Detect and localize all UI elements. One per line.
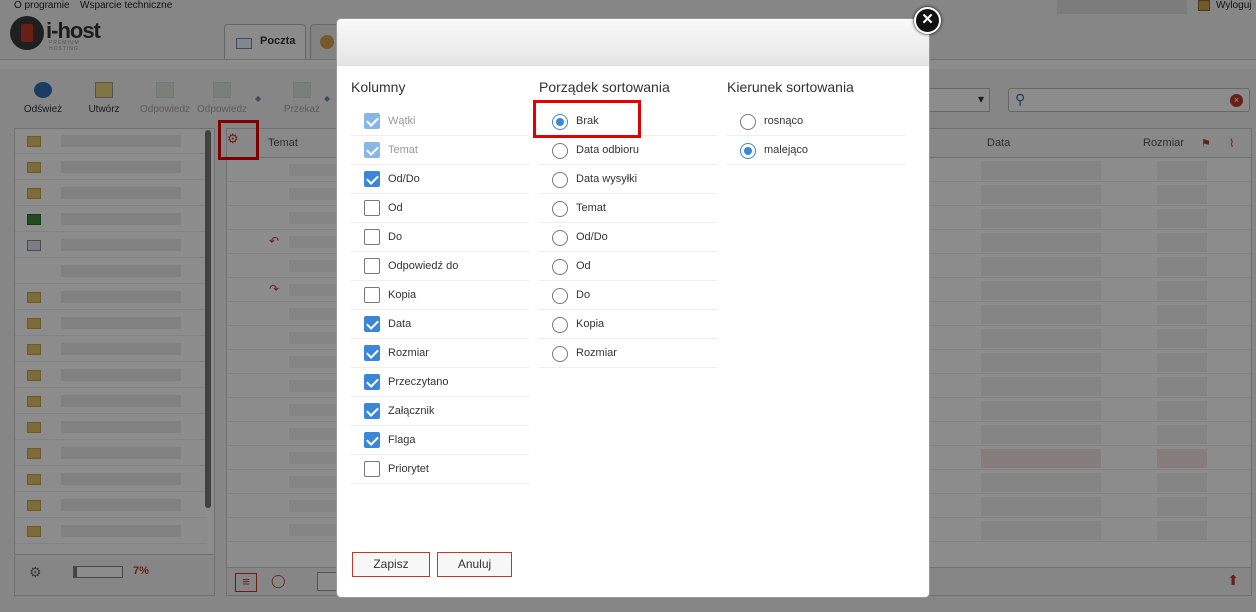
close-dialog-icon[interactable]: ✕	[914, 7, 941, 34]
column-option-od-do[interactable]: Od/Do	[351, 165, 529, 194]
sort-direction-title: Kierunek sortowania	[727, 79, 854, 95]
sort-order-option-label: Od	[576, 260, 591, 272]
column-option-data[interactable]: Data	[351, 310, 529, 339]
sort-direction-option-label: malejąco	[764, 144, 809, 156]
column-option-do[interactable]: Do	[351, 223, 529, 252]
column-checkbox	[364, 142, 380, 158]
sort-order-option-label: Temat	[576, 202, 606, 214]
columns-list: Wątki Temat Od/Do Od Do Odpowiedź do Kopia Data…	[351, 107, 529, 484]
sort-order-radio[interactable]	[552, 317, 568, 333]
sort-order-title: Porządek sortowania	[539, 79, 670, 95]
sort-direction-list: rosnąco malejąco	[727, 107, 905, 165]
column-option-label: Od/Do	[388, 173, 420, 185]
sort-order-option-data-odbioru[interactable]: Data odbioru	[539, 136, 717, 165]
sort-order-radio[interactable]	[552, 259, 568, 275]
sort-order-option-rozmiar[interactable]: Rozmiar	[539, 339, 717, 368]
column-checkbox[interactable]	[364, 287, 380, 303]
column-option-label: Priorytet	[388, 463, 429, 475]
column-option-priorytet[interactable]: Priorytet	[351, 455, 529, 484]
save-button[interactable]: Zapisz	[352, 552, 430, 577]
sort-order-option-kopia[interactable]: Kopia	[539, 310, 717, 339]
sort-order-option-od[interactable]: Od	[539, 252, 717, 281]
sort-order-radio[interactable]	[552, 230, 568, 246]
column-option-zalacznik[interactable]: Załącznik	[351, 397, 529, 426]
column-checkbox[interactable]	[364, 345, 380, 361]
column-checkbox[interactable]	[364, 316, 380, 332]
column-option-od[interactable]: Od	[351, 194, 529, 223]
column-option-rozmiar[interactable]: Rozmiar	[351, 339, 529, 368]
column-option-watki: Wątki	[351, 107, 529, 136]
column-checkbox[interactable]	[364, 229, 380, 245]
column-option-label: Odpowiedź do	[388, 260, 459, 272]
dialog-header	[337, 19, 929, 66]
column-checkbox[interactable]	[364, 374, 380, 390]
sort-order-option-label: Data wysyłki	[576, 173, 638, 185]
sort-direction-option-malejaco[interactable]: malejąco	[727, 136, 905, 165]
column-option-label: Temat	[388, 144, 418, 156]
sort-order-option-label: Rozmiar	[576, 347, 617, 359]
sort-order-radio[interactable]	[552, 172, 568, 188]
column-option-flaga[interactable]: Flaga	[351, 426, 529, 455]
column-checkbox[interactable]	[364, 461, 380, 477]
columns-section: Kolumny Wątki Temat Od/Do Od Do Odpowiedź do K…	[351, 79, 529, 484]
sort-order-option-label: Data odbioru	[576, 144, 639, 156]
sort-order-radio[interactable]	[552, 201, 568, 217]
sort-order-option-od-do[interactable]: Od/Do	[539, 223, 717, 252]
columns-title: Kolumny	[351, 79, 406, 95]
sort-order-option-label: Od/Do	[576, 231, 608, 243]
column-checkbox[interactable]	[364, 403, 380, 419]
column-option-kopia[interactable]: Kopia	[351, 281, 529, 310]
sort-order-radio[interactable]	[552, 346, 568, 362]
sort-order-option-data-wysylki[interactable]: Data wysyłki	[539, 165, 717, 194]
column-option-label: Rozmiar	[388, 347, 429, 359]
column-option-label: Do	[388, 231, 403, 243]
sort-direction-option-rosnaco[interactable]: rosnąco	[727, 107, 905, 136]
column-checkbox[interactable]	[364, 258, 380, 274]
sort-direction-section: Kierunek sortowania rosnąco malejąco	[727, 79, 905, 165]
column-option-label: Przeczytano	[388, 376, 449, 388]
sort-order-option-do[interactable]: Do	[539, 281, 717, 310]
column-checkbox[interactable]	[364, 432, 380, 448]
highlight-sort-none	[533, 100, 641, 138]
list-options-dialog: Kolumny Wątki Temat Od/Do Od Do Odpowiedź do K…	[336, 18, 930, 598]
sort-order-radio[interactable]	[552, 288, 568, 304]
column-option-label: Wątki	[388, 115, 416, 127]
column-option-przeczytano[interactable]: Przeczytano	[351, 368, 529, 397]
column-checkbox	[364, 113, 380, 129]
column-option-label: Data	[388, 318, 412, 330]
column-option-label: Od	[388, 202, 403, 214]
sort-direction-option-label: rosnąco	[764, 115, 804, 127]
sort-order-option-label: Do	[576, 289, 591, 301]
sort-direction-radio[interactable]	[740, 114, 756, 130]
column-option-label: Załącznik	[388, 405, 435, 417]
sort-order-option-temat[interactable]: Temat	[539, 194, 717, 223]
sort-order-list: Brak Data odbioru Data wysyłki Temat Od/Do Od…	[539, 107, 717, 368]
column-option-temat: Temat	[351, 136, 529, 165]
column-checkbox[interactable]	[364, 200, 380, 216]
column-checkbox[interactable]	[364, 171, 380, 187]
column-option-label: Flaga	[388, 434, 416, 446]
cancel-button[interactable]: Anuluj	[437, 552, 512, 577]
sort-direction-radio[interactable]	[740, 143, 756, 159]
sort-order-radio[interactable]	[552, 143, 568, 159]
column-option-odpowiedz-do[interactable]: Odpowiedź do	[351, 252, 529, 281]
column-option-label: Kopia	[388, 289, 417, 301]
sort-order-option-label: Kopia	[576, 318, 605, 330]
